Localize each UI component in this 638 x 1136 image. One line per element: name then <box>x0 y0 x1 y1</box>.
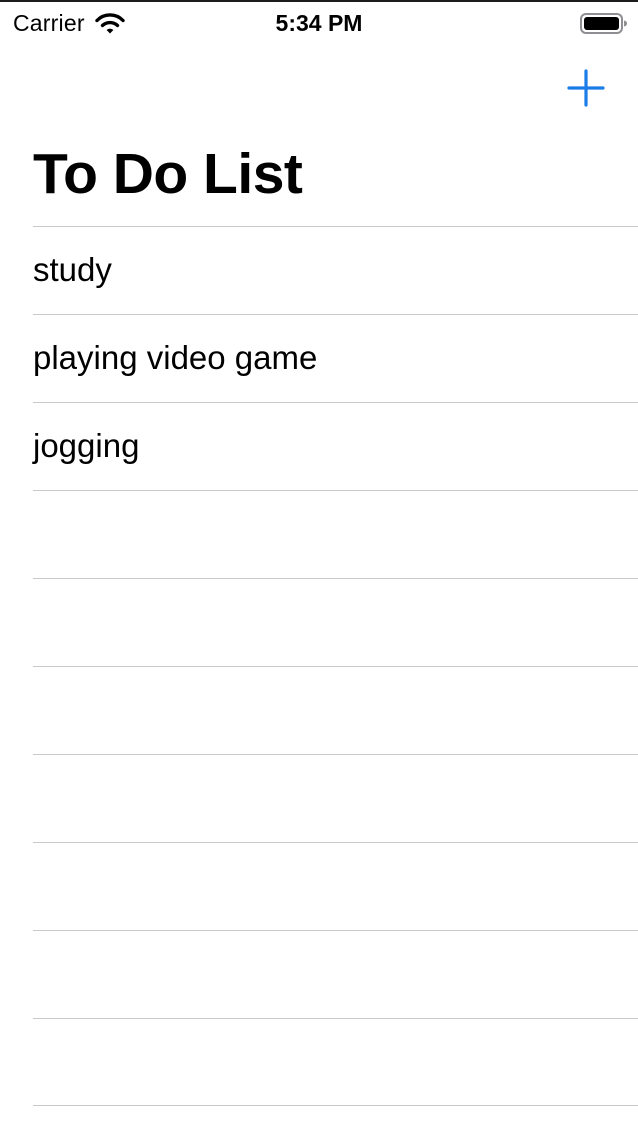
empty-row <box>0 578 638 666</box>
todo-row[interactable]: jogging <box>0 402 638 490</box>
todo-label: playing video game <box>33 339 318 376</box>
empty-row <box>0 842 638 930</box>
add-todo-button[interactable] <box>566 68 606 108</box>
empty-row <box>0 930 638 1018</box>
todo-table: study playing video game jogging <box>0 226 638 1106</box>
empty-row <box>0 666 638 754</box>
page-title: To Do List <box>33 142 303 206</box>
empty-row <box>0 754 638 842</box>
empty-row <box>0 1018 638 1106</box>
table-bottom-separator <box>33 1105 638 1106</box>
todo-row[interactable]: playing video game <box>0 314 638 402</box>
status-bar: Carrier 5:34 PM <box>0 2 638 46</box>
plus-icon <box>566 68 606 108</box>
todo-row[interactable]: study <box>0 226 638 314</box>
app-screen: Carrier 5:34 PM To Do List study playing… <box>0 0 638 1136</box>
status-time: 5:34 PM <box>275 10 363 36</box>
todo-label: study <box>33 251 112 288</box>
todo-label: jogging <box>33 427 140 464</box>
battery-icon <box>580 12 628 36</box>
empty-row <box>0 490 638 578</box>
